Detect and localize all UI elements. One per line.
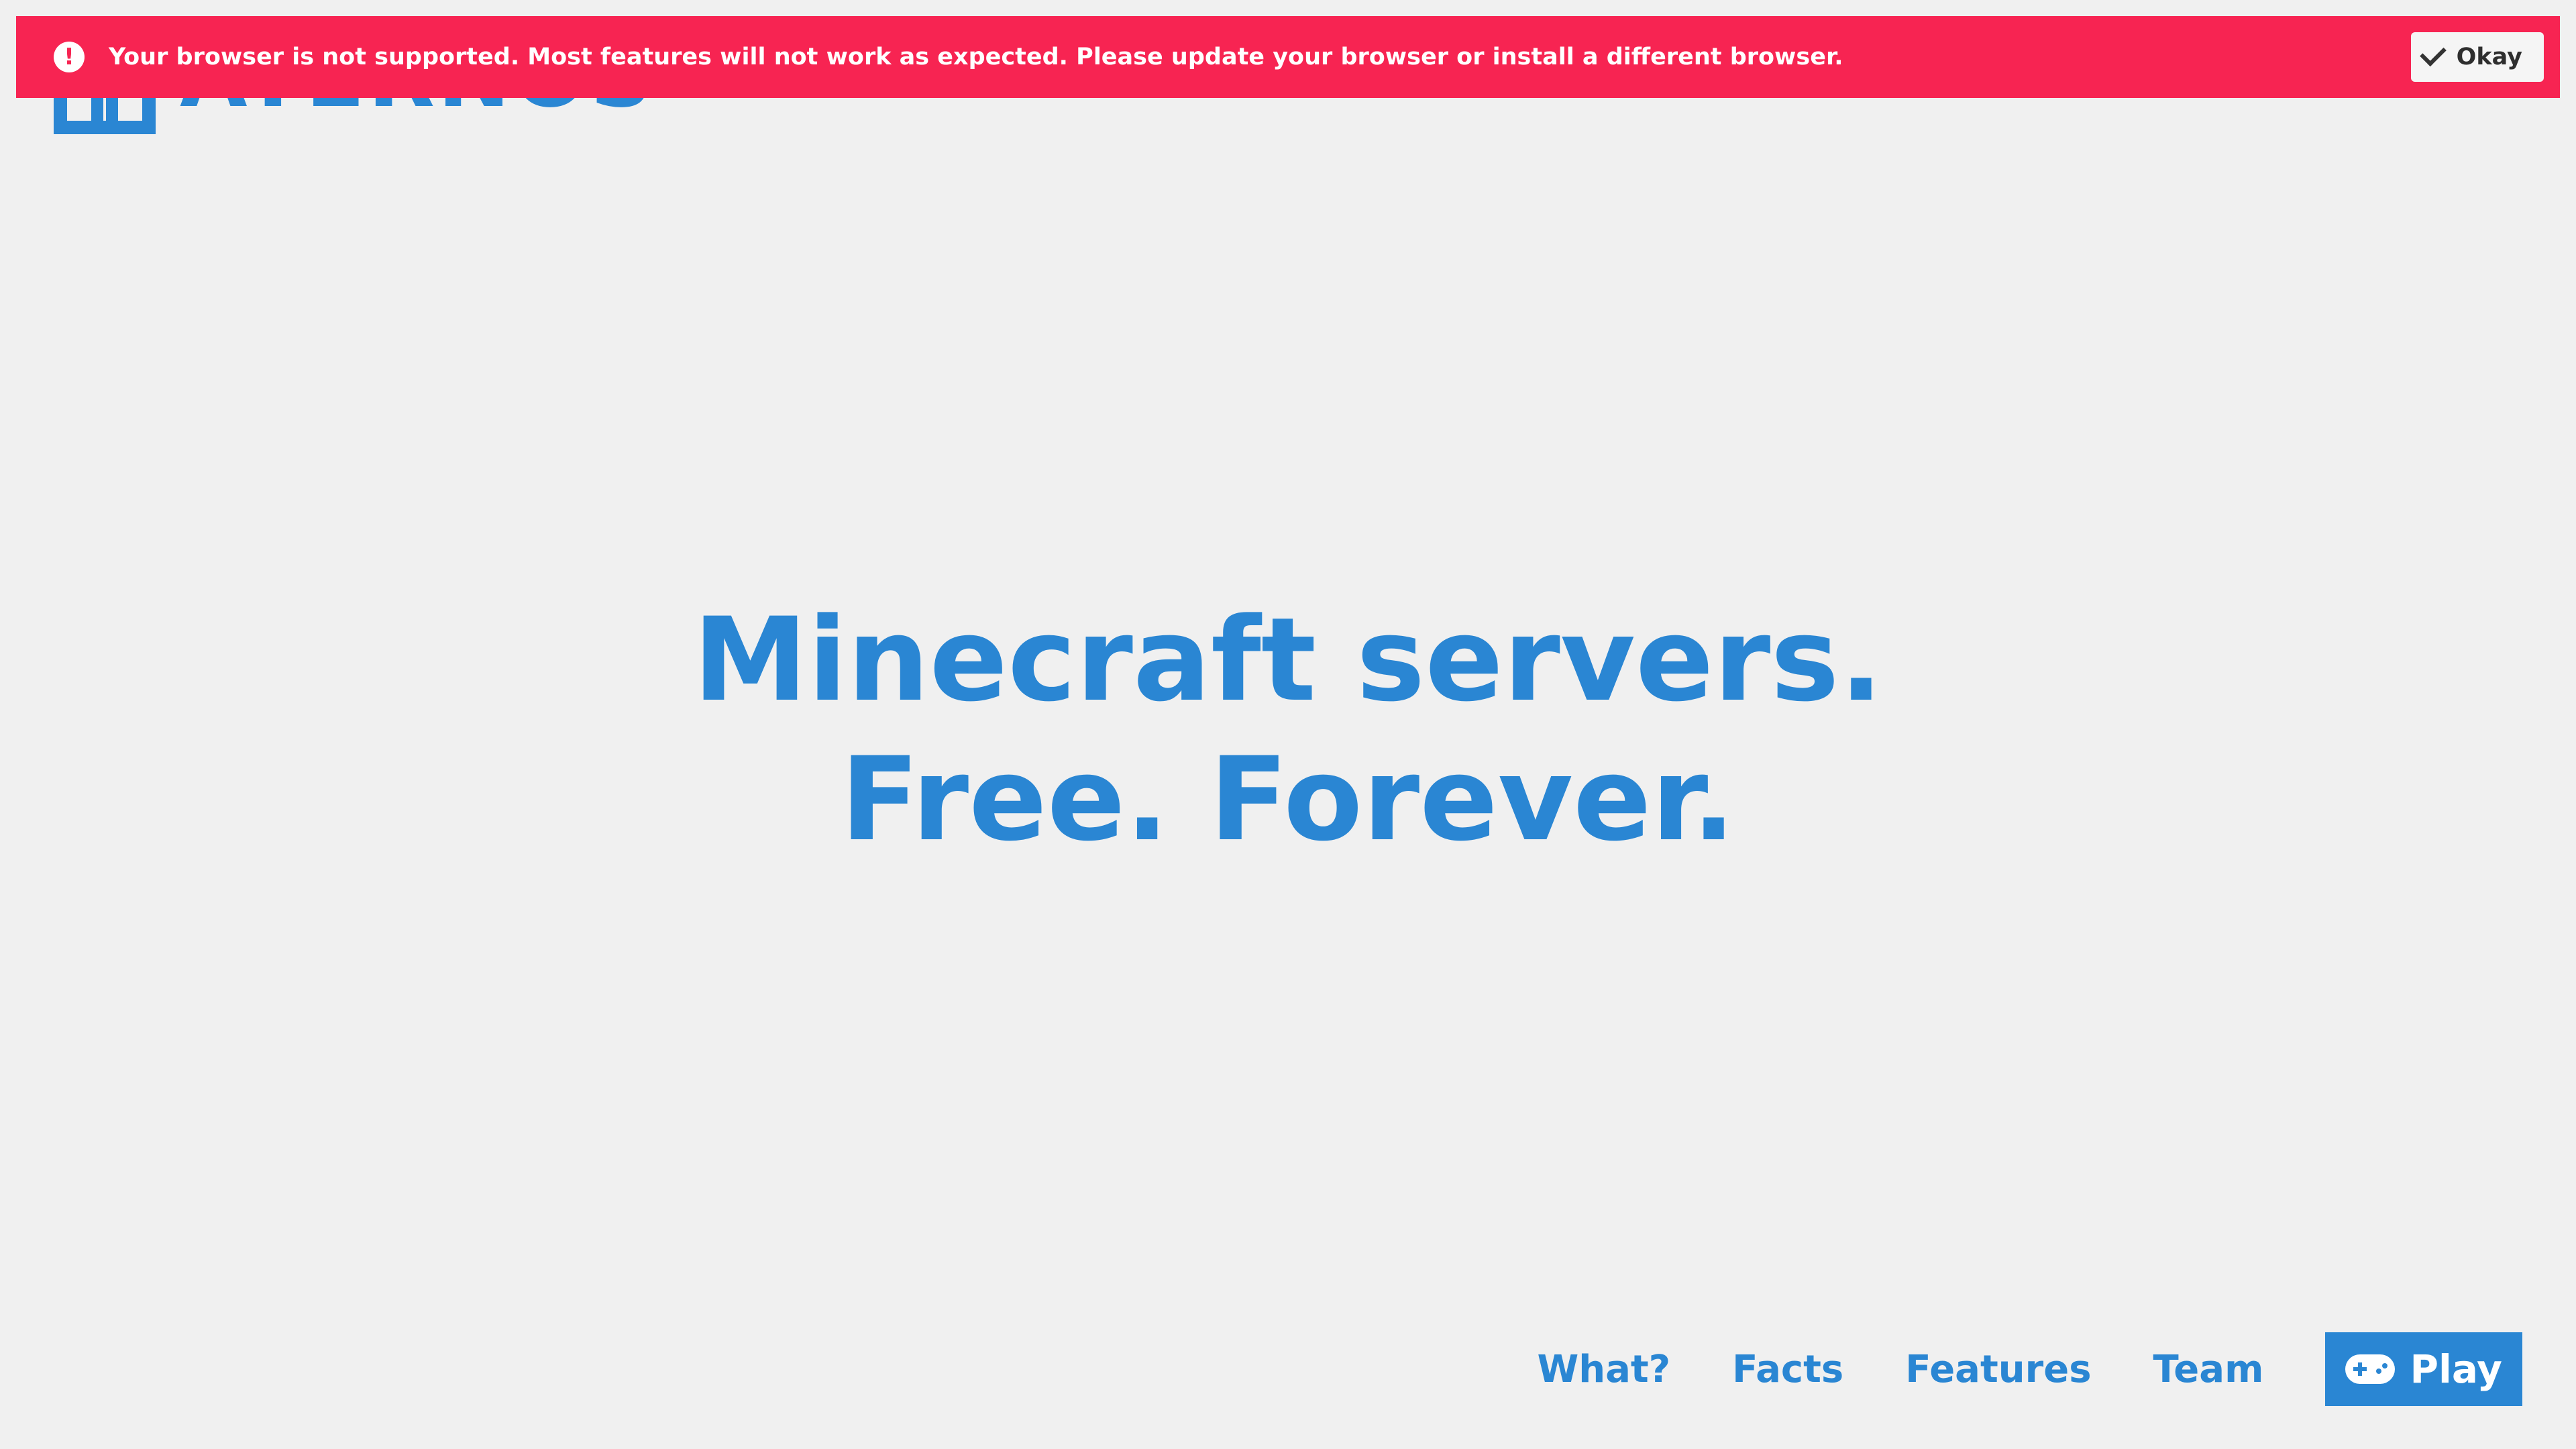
banner-message: Your browser is not supported. Most feat… — [109, 44, 1843, 70]
hero-line-2: Free. Forever. — [840, 732, 1736, 867]
bottom-nav: What? Facts Features Team Play — [1537, 1332, 2522, 1406]
nav-link-what[interactable]: What? — [1537, 1348, 1670, 1391]
nav-link-team[interactable]: Team — [2153, 1348, 2264, 1391]
unsupported-browser-banner: ! Your browser is not supported. Most fe… — [16, 16, 2560, 98]
gamepad-icon — [2345, 1354, 2396, 1384]
exclamation-icon: ! — [54, 42, 85, 72]
hero-heading: Minecraft servers. Free. Forever. — [0, 590, 2576, 869]
check-icon — [2419, 40, 2447, 67]
play-button-label: Play — [2410, 1346, 2502, 1392]
okay-button[interactable]: Okay — [2410, 32, 2544, 82]
play-button[interactable]: Play — [2325, 1332, 2522, 1406]
hero-line-1: Minecraft servers. — [692, 592, 1884, 727]
nav-link-features[interactable]: Features — [1905, 1348, 2091, 1391]
okay-button-label: Okay — [2456, 44, 2522, 70]
nav-link-facts[interactable]: Facts — [1732, 1348, 1843, 1391]
